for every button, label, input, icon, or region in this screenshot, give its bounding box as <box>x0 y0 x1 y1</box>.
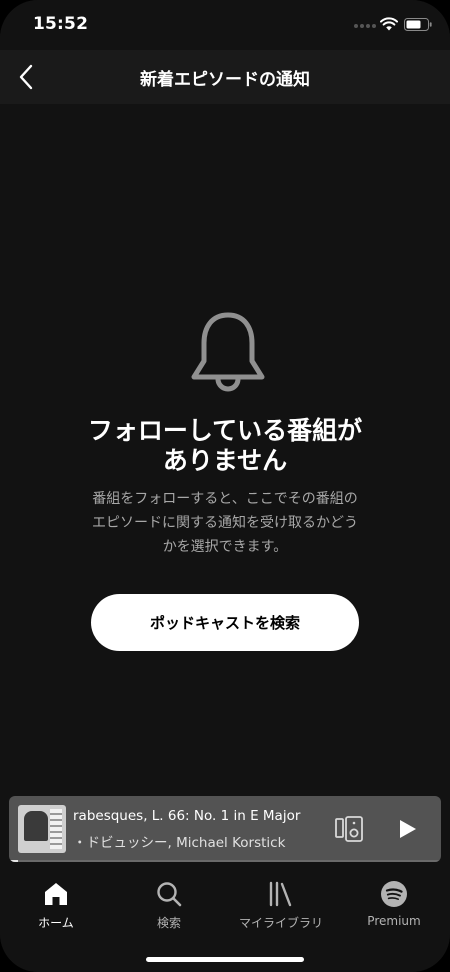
empty-state-description-line: かを選択できます。 <box>162 539 288 555</box>
playback-progress-bar <box>9 860 441 862</box>
nav-item-search[interactable]: 検索 <box>113 880 225 938</box>
play-icon[interactable] <box>395 817 419 841</box>
empty-state-title-line: フォローしている番組が <box>87 416 363 445</box>
nav-label: マイライブラリ <box>238 916 323 930</box>
nav-item-premium[interactable]: Premium <box>338 880 450 938</box>
search-icon <box>157 882 182 907</box>
page-title: 新着エピソードの通知 <box>140 70 310 90</box>
search-podcasts-button[interactable]: ポッドキャストを検索 <box>91 594 359 651</box>
track-artist: ・ドビュッシー, Michael Korstick <box>73 835 286 851</box>
nav-label: ホーム <box>38 916 74 930</box>
spotify-logo-icon <box>381 881 407 907</box>
wifi-icon <box>380 17 398 31</box>
album-art-strip <box>50 809 62 849</box>
library-icon <box>269 881 292 907</box>
album-art <box>18 805 66 853</box>
home-indicator[interactable] <box>146 957 304 962</box>
empty-state-title-line: ありません <box>162 446 288 475</box>
status-time: 15:52 <box>33 14 89 34</box>
empty-state-title: フォローしている番組が ありません <box>40 416 410 476</box>
status-bar: 15:52 <box>0 0 450 50</box>
connect-devices-icon[interactable] <box>334 816 364 842</box>
nav-label: Premium <box>367 914 421 928</box>
album-art-figure <box>24 811 48 841</box>
empty-state-description-line: エピソードに関する通知を受け取るかどう <box>92 515 358 531</box>
mini-player[interactable]: rabesques, L. 66: No. 1 in E Major ・ドビュッ… <box>9 796 441 862</box>
nav-label: 検索 <box>156 916 181 930</box>
header: 新着エピソードの通知 <box>0 50 450 104</box>
battery-icon <box>404 18 432 31</box>
nav-item-library[interactable]: マイライブラリ <box>225 880 337 938</box>
bell-icon <box>191 312 265 392</box>
playback-progress-fill <box>9 860 18 862</box>
track-title: rabesques, L. 66: No. 1 in E Major <box>73 808 301 824</box>
empty-state-description-line: 番組をフォローすると、ここでその番組の <box>92 491 358 507</box>
screen: 15:52 新着エピソードの通知 フォローしている番組が ありません 番組をフォ… <box>0 0 450 972</box>
nav-item-home[interactable]: ホーム <box>0 880 112 938</box>
empty-state-description: 番組をフォローすると、ここでその番組の エピソードに関する通知を受け取るかどう … <box>55 487 395 559</box>
cellular-signal-icon <box>354 24 376 28</box>
home-icon <box>45 883 67 905</box>
